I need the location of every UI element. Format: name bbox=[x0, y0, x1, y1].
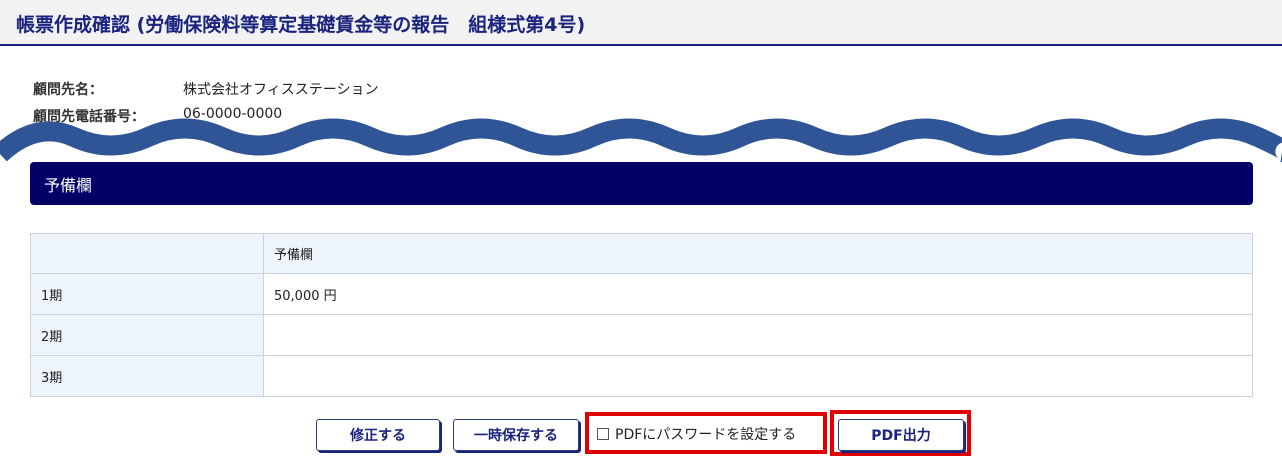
section-header-bar: 予備欄 bbox=[30, 162, 1253, 205]
row-value-period-1: 50,000 円 bbox=[263, 273, 1253, 315]
save-temp-button[interactable]: 一時保存する bbox=[453, 419, 579, 451]
row-label-period-2: 2期 bbox=[30, 314, 264, 356]
row-value-period-3 bbox=[263, 355, 1253, 397]
table-row: 3期 bbox=[30, 355, 1253, 397]
table-header-row: 予備欄 bbox=[30, 233, 1253, 274]
page-title: 帳票作成確認 (労働保険料等算定基礎賃金等の報告 組様式第4号) bbox=[16, 14, 586, 36]
table-row: 1期 50,000 円 bbox=[30, 273, 1253, 315]
page-header: 帳票作成確認 (労働保険料等算定基礎賃金等の報告 組様式第4号) bbox=[0, 0, 1282, 46]
row-label-period-3: 3期 bbox=[30, 355, 264, 397]
section-title: 予備欄 bbox=[44, 176, 93, 195]
reserve-table: 予備欄 1期 50,000 円 2期 3期 bbox=[30, 233, 1253, 397]
pdf-output-button[interactable]: PDF出力 bbox=[838, 419, 964, 451]
pdf-password-label[interactable]: PDFにパスワードを設定する bbox=[615, 424, 796, 444]
edit-button[interactable]: 修正する bbox=[316, 419, 440, 451]
pdf-password-checkbox[interactable] bbox=[597, 428, 609, 440]
client-name-value: 株式会社オフィスステーション bbox=[183, 82, 379, 98]
client-name-label: 顧問先名： bbox=[33, 82, 103, 98]
table-header-cell-reserve: 予備欄 bbox=[263, 233, 1253, 274]
table-header-cell-period bbox=[30, 233, 264, 274]
row-label-period-1: 1期 bbox=[30, 273, 264, 315]
table-row: 2期 bbox=[30, 314, 1253, 356]
row-value-period-2 bbox=[263, 314, 1253, 356]
pdf-password-option[interactable]: PDFにパスワードを設定する bbox=[589, 416, 823, 452]
